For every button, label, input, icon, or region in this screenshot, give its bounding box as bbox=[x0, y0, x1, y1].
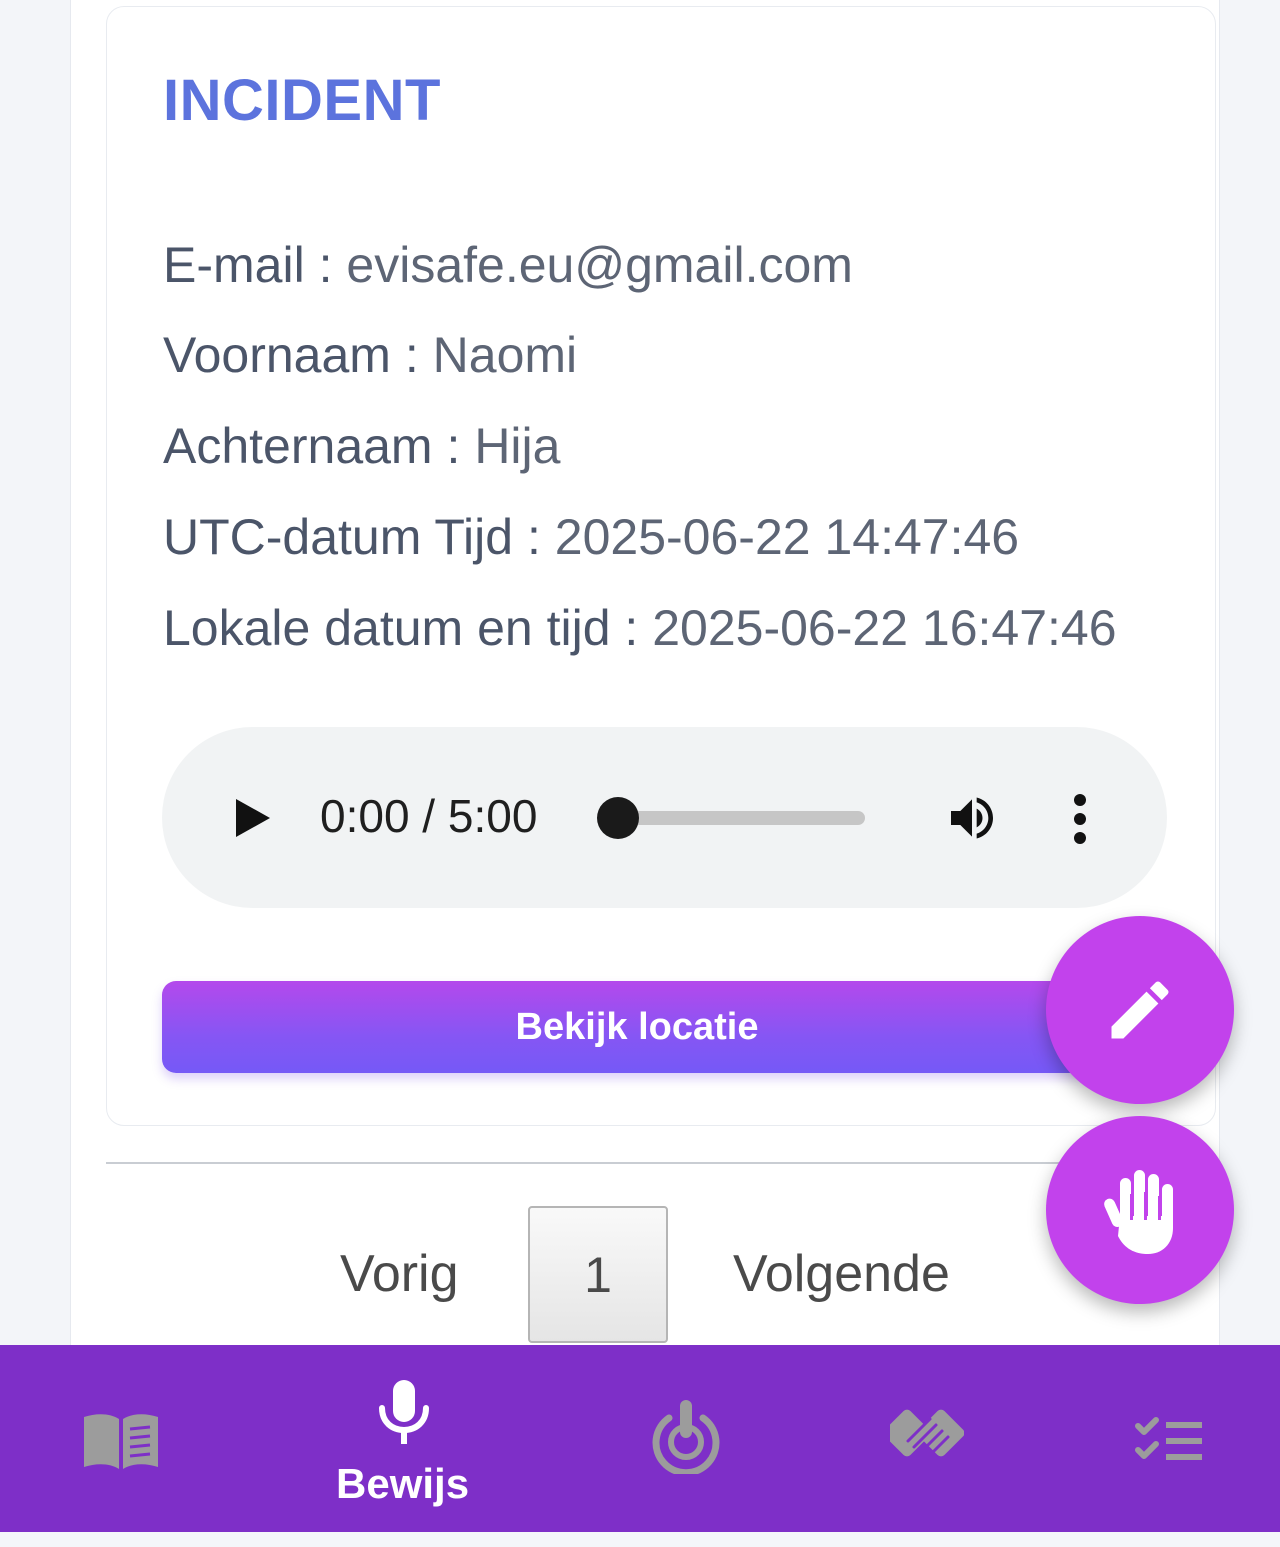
field-separator: : bbox=[404, 327, 419, 383]
field-utc-datetime-value: 2025-06-22 14:47:46 bbox=[554, 509, 1020, 565]
field-last-name-value: Hija bbox=[474, 418, 561, 474]
field-separator: : bbox=[318, 237, 333, 293]
field-last-name-label: Achternaam bbox=[163, 418, 433, 474]
field-email: E-mail : evisafe.eu@gmail.com bbox=[163, 240, 853, 290]
incident-page: INCIDENT E-mail : evisafe.eu@gmail.com V… bbox=[0, 0, 1280, 1547]
field-first-name: Voornaam : Naomi bbox=[163, 330, 577, 380]
view-location-button[interactable]: Bekijk locatie bbox=[162, 981, 1112, 1073]
pagination-prev[interactable]: Vorig bbox=[340, 1248, 459, 1300]
nav-item-evidence[interactable]: Bewijs bbox=[280, 1345, 530, 1532]
nav-item-support[interactable] bbox=[830, 1345, 1050, 1532]
handshake-icon bbox=[890, 1409, 964, 1461]
field-local-datetime: Lokale datum en tijd : 2025-06-22 16:47:… bbox=[163, 603, 1117, 653]
pencil-icon bbox=[1111, 981, 1169, 1039]
play-icon[interactable] bbox=[232, 797, 272, 839]
nav-item-book[interactable] bbox=[0, 1345, 242, 1532]
field-first-name-label: Voornaam bbox=[163, 327, 391, 383]
incident-card bbox=[106, 6, 1216, 1126]
volume-icon[interactable] bbox=[944, 790, 1000, 846]
field-local-datetime-value: 2025-06-22 16:47:46 bbox=[652, 600, 1117, 656]
microphone-icon bbox=[379, 1380, 429, 1444]
audio-progress-track[interactable] bbox=[618, 811, 865, 825]
field-email-label: E-mail bbox=[163, 237, 305, 293]
nav-item-evidence-label: Bewijs bbox=[336, 1460, 470, 1507]
field-separator: : bbox=[446, 418, 461, 474]
field-utc-datetime-label: UTC-datum Tijd bbox=[163, 509, 514, 565]
field-email-value: evisafe.eu@gmail.com bbox=[346, 237, 853, 293]
audio-progress-thumb[interactable] bbox=[597, 797, 639, 839]
system-bottom-strip bbox=[0, 1532, 1280, 1547]
audio-time: 0:00 / 5:00 bbox=[320, 790, 538, 842]
pagination-current-page[interactable]: 1 bbox=[528, 1206, 668, 1343]
edit-fab[interactable] bbox=[1046, 916, 1234, 1104]
field-first-name-value: Naomi bbox=[432, 327, 578, 383]
field-last-name: Achternaam : Hija bbox=[163, 421, 560, 471]
checklist-icon bbox=[1135, 1417, 1202, 1460]
panic-button-icon bbox=[652, 1400, 720, 1474]
field-separator: : bbox=[526, 509, 541, 565]
book-icon bbox=[84, 1414, 158, 1469]
nav-item-panic[interactable] bbox=[560, 1345, 810, 1532]
hand-icon bbox=[1104, 1170, 1173, 1254]
field-separator: : bbox=[624, 600, 639, 656]
divider bbox=[106, 1162, 1066, 1164]
stop-fab[interactable] bbox=[1046, 1116, 1234, 1304]
pagination-next[interactable]: Volgende bbox=[733, 1248, 950, 1300]
incident-title: INCIDENT bbox=[163, 68, 441, 133]
field-local-datetime-label: Lokale datum en tijd bbox=[163, 600, 611, 656]
field-utc-datetime: UTC-datum Tijd : 2025-06-22 14:47:46 bbox=[163, 512, 1019, 562]
more-options-icon[interactable] bbox=[1070, 793, 1090, 845]
nav-item-checklist[interactable] bbox=[1080, 1345, 1280, 1532]
